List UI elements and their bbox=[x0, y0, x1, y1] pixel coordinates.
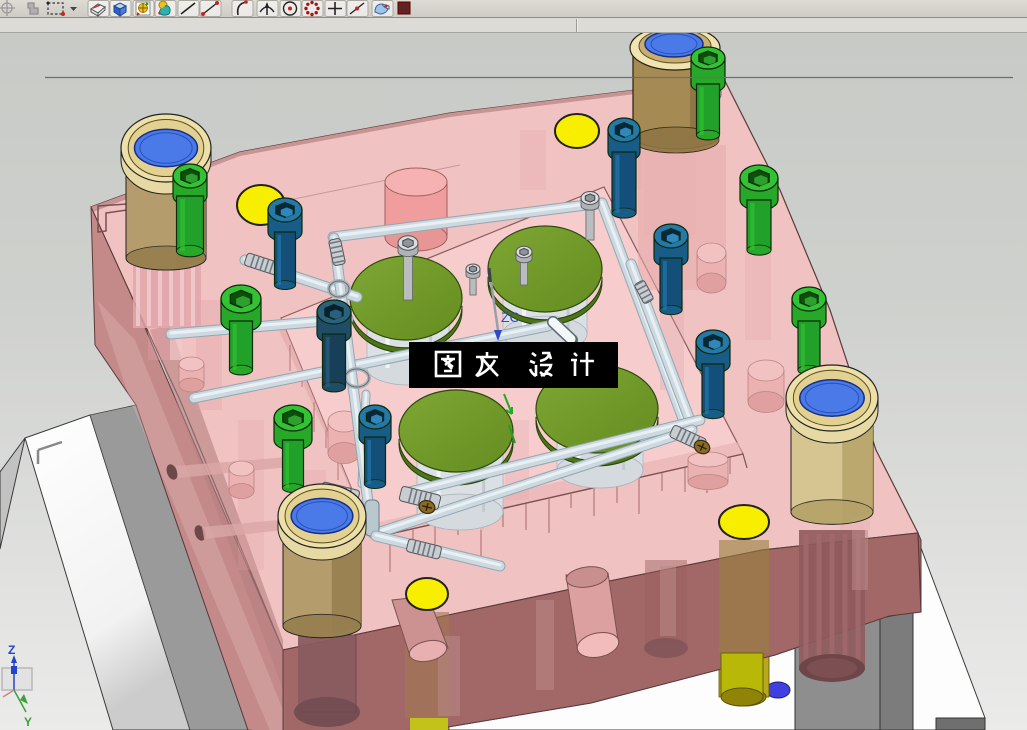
svg-text:Y: Y bbox=[24, 715, 32, 729]
svg-text:Z: Z bbox=[8, 643, 15, 657]
svg-text:ZC: ZC bbox=[501, 309, 520, 325]
